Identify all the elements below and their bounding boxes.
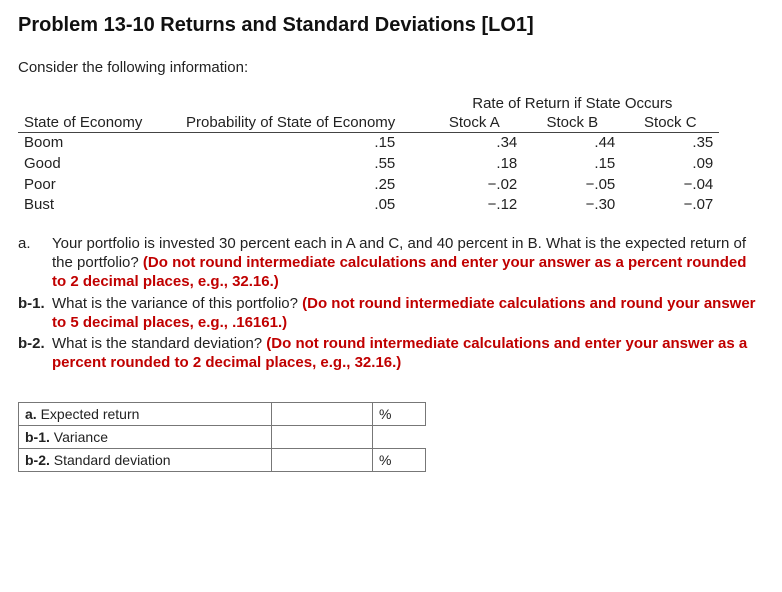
answer-a-label: a. a. Expected returnExpected return [19,403,272,426]
cell-state: Boom [18,133,180,154]
cell-stock-c: .09 [621,154,719,175]
col-prob-header: Probability of State of Economy [180,113,425,133]
table-row: Boom .15 .34 .44 .35 [18,133,719,154]
answer-a-unit: % [373,403,426,426]
returns-table: Rate of Return if State Occurs State of … [18,94,719,216]
rate-header: Rate of Return if State Occurs [425,94,719,113]
table-row: Poor .25 −.02 −.05 −.04 [18,175,719,196]
answer-b1-label: b-1. Variance [19,426,272,449]
cell-stock-a: .34 [425,133,523,154]
part-b2-question: What is the standard deviation? [52,335,266,352]
cell-stock-b: −.05 [523,175,621,196]
expected-return-input[interactable] [272,404,372,424]
problem-title: Problem 13-10 Returns and Standard Devia… [18,14,764,37]
cell-state: Good [18,154,180,175]
part-b1-label: b-1. [18,294,52,332]
part-a-text: Your portfolio is invested 30 percent ea… [52,234,764,292]
part-b2-label: b-2. [18,334,52,372]
part-a-label: a. [18,234,52,292]
cell-prob: .15 [180,133,425,154]
part-b1-question: What is the variance of this portfolio? [52,295,302,312]
intro-text: Consider the following information: [18,59,764,76]
cell-state: Poor [18,175,180,196]
table-row: Bust .05 −.12 −.30 −.07 [18,195,719,216]
part-b2-text: What is the standard deviation? (Do not … [52,334,764,372]
cell-prob: .05 [180,195,425,216]
question-parts: a. Your portfolio is invested 30 percent… [18,234,764,372]
cell-stock-b: −.30 [523,195,621,216]
cell-prob: .55 [180,154,425,175]
col-state-header: State of Economy [18,113,180,133]
cell-stock-a: −.12 [425,195,523,216]
cell-stock-c: −.07 [621,195,719,216]
cell-stock-b: .15 [523,154,621,175]
cell-prob: .25 [180,175,425,196]
answers-table: a. a. Expected returnExpected return % b… [18,402,426,472]
answer-b2-unit: % [373,449,426,472]
cell-stock-a: −.02 [425,175,523,196]
standard-deviation-input[interactable] [272,450,372,470]
variance-input[interactable] [272,427,372,447]
table-row: Good .55 .18 .15 .09 [18,154,719,175]
col-stock-b-header: Stock B [523,113,621,133]
cell-stock-c: −.04 [621,175,719,196]
cell-state: Bust [18,195,180,216]
part-b1-text: What is the variance of this portfolio? … [52,294,764,332]
part-a-instruction: (Do not round intermediate calculations … [52,254,746,290]
col-stock-c-header: Stock C [621,113,719,133]
cell-stock-a: .18 [425,154,523,175]
cell-stock-c: .35 [621,133,719,154]
answer-b2-label: b-2. Standard deviation [19,449,272,472]
cell-stock-b: .44 [523,133,621,154]
col-stock-a-header: Stock A [425,113,523,133]
